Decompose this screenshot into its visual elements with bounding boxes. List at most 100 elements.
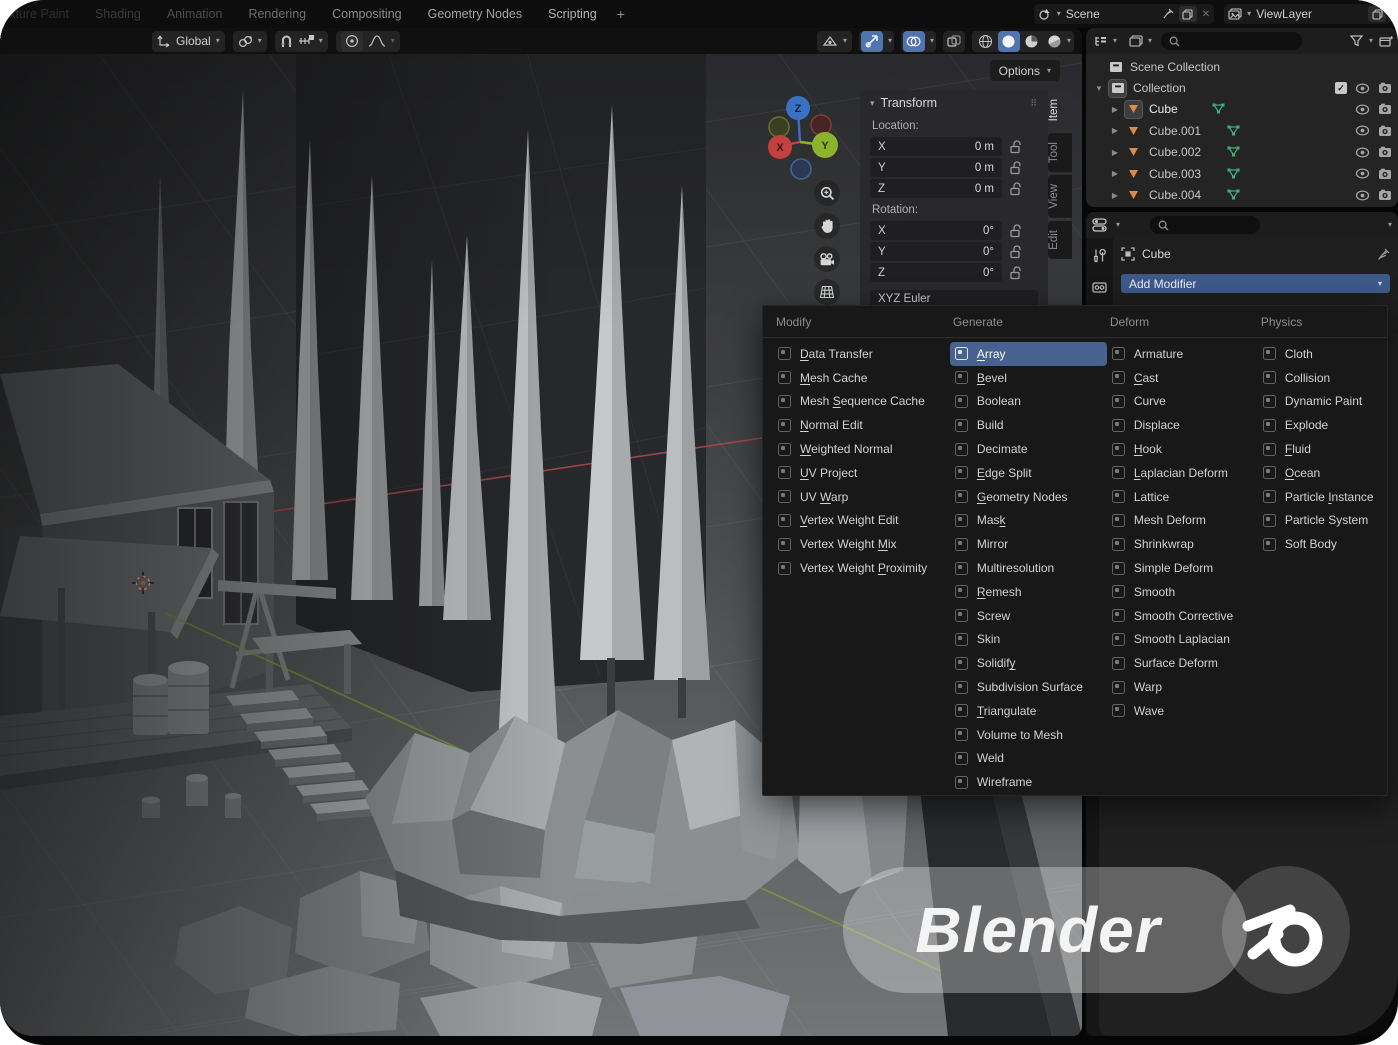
visibility-dropdown[interactable]: ▾ (816, 30, 852, 52)
menu-item-wireframe[interactable]: Wireframe (950, 770, 1107, 794)
outliner-row-cube-002[interactable]: ▶ Cube.002 (1086, 142, 1398, 163)
camera-visibility-icon[interactable] (1378, 146, 1392, 158)
chevron-down-icon[interactable]: ▾ (930, 37, 934, 45)
disclosure-icon[interactable]: ▶ (1110, 148, 1120, 157)
shading-material-toggle[interactable] (1021, 31, 1043, 52)
menu-item-particle-system[interactable]: Particle System (1258, 509, 1387, 533)
menu-item-data-transfer[interactable]: Data Transfer (773, 342, 950, 366)
eye-icon[interactable] (1355, 189, 1370, 201)
menu-item-multiresolution[interactable]: Multiresolution (950, 556, 1107, 580)
menu-item-weld[interactable]: Weld (950, 747, 1107, 771)
menu-item-vertex-weight-edit[interactable]: Vertex Weight Edit (773, 509, 950, 533)
menu-item-volume-to-mesh[interactable]: Volume to Mesh (950, 723, 1107, 747)
chevron-down-icon[interactable]: ▾ (888, 37, 892, 45)
disclosure-icon[interactable]: ▼ (1094, 84, 1104, 93)
rotation-y-field[interactable]: Y 0° (870, 242, 1002, 261)
tool-tab-icon[interactable] (1092, 248, 1107, 263)
add-workspace-button[interactable]: + (617, 6, 625, 22)
menu-item-geometry-nodes[interactable]: Geometry Nodes (950, 485, 1107, 509)
unlink-scene-icon[interactable]: ✕ (1202, 9, 1210, 20)
menu-item-cast[interactable]: Cast (1107, 366, 1258, 390)
eye-icon[interactable] (1355, 147, 1370, 158)
menu-item-mesh-deform[interactable]: Mesh Deform (1107, 509, 1258, 533)
menu-item-screw[interactable]: Screw (950, 604, 1107, 628)
menu-item-triangulate[interactable]: Triangulate (950, 699, 1107, 723)
menu-item-lattice[interactable]: Lattice (1107, 485, 1258, 509)
menu-item-collision[interactable]: Collision (1258, 366, 1387, 390)
outliner-search[interactable] (1161, 32, 1302, 50)
menu-item-surface-deform[interactable]: Surface Deform (1107, 651, 1258, 675)
unlock-icon[interactable] (1010, 139, 1022, 154)
menu-item-fluid[interactable]: Fluid (1258, 437, 1387, 461)
menu-item-vertex-weight-mix[interactable]: Vertex Weight Mix (773, 532, 950, 556)
location-y-field[interactable]: Y 0 m (870, 158, 1002, 177)
menu-item-curve[interactable]: Curve (1107, 390, 1258, 414)
menu-item-smooth[interactable]: Smooth (1107, 580, 1258, 604)
options-button[interactable]: Options ▾ (989, 60, 1060, 81)
camera-visibility-icon[interactable] (1378, 189, 1392, 201)
camera-view-button[interactable] (814, 246, 840, 272)
menu-item-dynamic-paint[interactable]: Dynamic Paint (1258, 390, 1387, 414)
scene-selector[interactable]: ▾ Scene ✕ (1033, 4, 1215, 24)
tab-view[interactable]: View (1048, 175, 1072, 219)
shading-solid-toggle[interactable] (997, 30, 1020, 52)
disclosure-icon[interactable]: ▶ (1110, 169, 1120, 178)
menu-item-warp[interactable]: Warp (1107, 675, 1258, 699)
tab-edit[interactable]: Edit (1048, 221, 1072, 260)
camera-visibility-icon[interactable] (1378, 103, 1392, 115)
properties-editor-icon[interactable] (1092, 218, 1108, 232)
menu-item-solidify[interactable]: Solidify (950, 651, 1107, 675)
menu-item-normal-edit[interactable]: Normal Edit (773, 413, 950, 437)
menu-item-laplacian-deform[interactable]: Laplacian Deform (1107, 461, 1258, 485)
eye-icon[interactable] (1355, 83, 1370, 94)
eye-icon[interactable] (1355, 168, 1370, 179)
unlock-icon[interactable] (1010, 160, 1022, 175)
tab-geometry-nodes[interactable]: Geometry Nodes (428, 7, 522, 21)
outliner-row-scene-collection[interactable]: Scene Collection (1086, 56, 1398, 77)
menu-item-decimate[interactable]: Decimate (950, 437, 1107, 461)
menu-item-explode[interactable]: Explode (1258, 413, 1387, 437)
camera-visibility-icon[interactable] (1378, 82, 1392, 94)
menu-item-array[interactable]: Array (949, 342, 1107, 366)
pivot-point-dropdown[interactable]: ▾ (232, 30, 267, 52)
menu-item-subdivision-surface[interactable]: Subdivision Surface (950, 675, 1107, 699)
menu-item-simple-deform[interactable]: Simple Deform (1107, 556, 1258, 580)
eye-icon[interactable] (1355, 104, 1370, 115)
viewlayer-selector[interactable]: ▾ ViewLayer (1224, 4, 1390, 24)
menu-item-shrinkwrap[interactable]: Shrinkwrap (1107, 532, 1258, 556)
outliner-filter-display[interactable]: ▾ (1126, 30, 1156, 52)
collapse-chevron-icon[interactable]: ▾ (870, 98, 875, 108)
menu-item-mesh-sequence-cache[interactable]: Mesh Sequence Cache (773, 390, 950, 414)
outliner-row-cube-003[interactable]: ▶ Cube.003 (1086, 163, 1398, 184)
menu-item-cloth[interactable]: Cloth (1258, 342, 1387, 366)
new-collection-icon[interactable] (1379, 35, 1393, 48)
menu-item-build[interactable]: Build (950, 413, 1107, 437)
zoom-button[interactable] (814, 180, 840, 206)
render-tab-icon[interactable] (1092, 281, 1107, 294)
unlock-icon[interactable] (1010, 223, 1022, 238)
new-scene-button[interactable] (1178, 6, 1197, 22)
disclosure-icon[interactable]: ▶ (1110, 105, 1120, 114)
tab-shading[interactable]: Shading (95, 7, 141, 21)
menu-item-displace[interactable]: Displace (1107, 413, 1258, 437)
tab-scripting[interactable]: Scripting (548, 7, 597, 21)
menu-item-mesh-cache[interactable]: Mesh Cache (773, 366, 950, 390)
menu-item-soft-body[interactable]: Soft Body (1258, 532, 1387, 556)
new-viewlayer-button[interactable] (1368, 6, 1386, 22)
menu-item-boolean[interactable]: Boolean (950, 390, 1107, 414)
menu-item-wave[interactable]: Wave (1107, 699, 1258, 723)
add-modifier-button[interactable]: Add Modifier ▾ (1121, 274, 1390, 293)
show-gizmo-toggle[interactable] (860, 30, 883, 52)
disclosure-icon[interactable]: ▶ (1110, 191, 1120, 200)
eye-icon[interactable] (1355, 125, 1370, 136)
chevron-down-icon[interactable]: ▾ (1067, 37, 1071, 45)
properties-search[interactable] (1150, 216, 1261, 234)
shading-wireframe-toggle[interactable] (975, 31, 997, 52)
outliner-row-cube-001[interactable]: ▶ Cube.001 (1086, 120, 1398, 141)
camera-visibility-icon[interactable] (1378, 168, 1392, 180)
panel-grip-icon[interactable]: ⠿ (1030, 98, 1038, 109)
proportional-editing-controls[interactable]: ▾ (335, 30, 400, 52)
outliner-row-cube[interactable]: ▶ Cube (1086, 99, 1398, 120)
menu-item-armature[interactable]: Armature (1107, 342, 1258, 366)
unlock-icon[interactable] (1010, 181, 1022, 196)
